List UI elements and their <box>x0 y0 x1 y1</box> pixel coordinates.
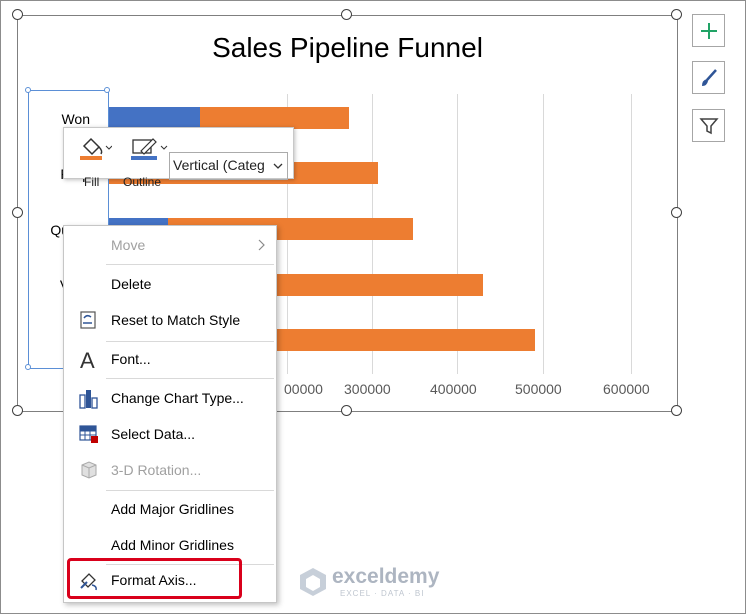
watermark-name: exceldemy <box>332 565 440 588</box>
resize-handle[interactable] <box>341 405 352 416</box>
format-axis-highlight <box>67 558 242 599</box>
chart-elements-button[interactable] <box>692 14 725 47</box>
exceldemy-logo-icon <box>300 568 326 596</box>
x-tick-label: 00000 <box>284 381 323 397</box>
x-tick-label: 500000 <box>515 381 562 397</box>
menu-item-reset-to-match-style[interactable]: Reset to Match Style <box>64 303 276 337</box>
menu-item-select-data[interactable]: Select Data... <box>64 417 276 451</box>
chart-title[interactable]: Sales Pipeline Funnel <box>18 32 677 64</box>
menu-item-delete[interactable]: Delete <box>64 267 276 301</box>
svg-text:A: A <box>80 348 95 370</box>
menu-item-add-minor-gridlines[interactable]: Add Minor Gridlines <box>64 528 276 562</box>
outline-button[interactable] <box>129 136 169 160</box>
x-tick-label: 400000 <box>430 381 477 397</box>
x-tick-label: 600000 <box>603 381 650 397</box>
menu-item-label: Move <box>111 237 146 253</box>
menu-item-label: Reset to Match Style <box>111 312 241 328</box>
watermark-tagline: EXCEL · DATA · BI <box>340 589 425 598</box>
menu-item-change-chart-type[interactable]: Change Chart Type... <box>64 381 276 415</box>
exceldemy-watermark: exceldemy EXCEL · DATA · BI <box>298 565 448 605</box>
menu-item-label: Font... <box>111 351 151 367</box>
mini-toolbar: Fill Outline Vertical (Categ <box>63 127 294 189</box>
chart-element-selector-value: Vertical (Categ <box>173 157 265 173</box>
reset-style-icon <box>80 311 96 329</box>
resize-handle[interactable] <box>671 405 682 416</box>
menu-item-font[interactable]: A Font... <box>64 342 276 376</box>
axis-handle[interactable] <box>25 364 31 370</box>
menu-item-move[interactable]: Move <box>64 228 276 262</box>
filter-icon <box>698 117 719 134</box>
gridline <box>631 94 632 374</box>
plus-icon <box>700 22 717 39</box>
cube-icon <box>81 461 97 479</box>
gridline <box>543 94 544 374</box>
context-menu: Move Delete Reset to Match Style A Font.… <box>63 225 277 603</box>
chart-filters-button[interactable] <box>692 109 725 142</box>
chart-styles-button[interactable] <box>692 61 725 94</box>
axis-handle[interactable] <box>25 87 31 93</box>
menu-item-label: Add Major Gridlines <box>111 501 234 517</box>
menu-item-3d-rotation[interactable]: 3-D Rotation... <box>64 453 276 487</box>
font-icon: A <box>80 348 95 370</box>
resize-handle[interactable] <box>671 207 682 218</box>
pen-outline-icon <box>131 138 168 160</box>
menu-item-add-major-gridlines[interactable]: Add Major Gridlines <box>64 492 276 526</box>
chart-type-icon <box>79 390 98 409</box>
menu-separator <box>106 490 274 491</box>
menu-separator <box>106 378 274 379</box>
chart-element-selector[interactable]: Vertical (Categ <box>169 152 288 180</box>
menu-item-label: 3-D Rotation... <box>111 462 202 478</box>
chevron-right-icon <box>258 239 265 251</box>
menu-item-label: Delete <box>111 276 152 292</box>
paint-bucket-icon <box>80 137 113 160</box>
axis-handle[interactable] <box>104 87 110 93</box>
menu-item-label: Add Minor Gridlines <box>111 537 234 553</box>
menu-separator <box>106 264 274 265</box>
resize-handle[interactable] <box>12 207 23 218</box>
outline-label: Outline <box>123 175 162 189</box>
bar-segment-orange[interactable] <box>200 107 350 129</box>
x-tick-label: 300000 <box>344 381 391 397</box>
resize-handle[interactable] <box>341 9 352 20</box>
resize-handle[interactable] <box>671 9 682 20</box>
select-data-icon <box>79 425 98 443</box>
bar-segment-blue[interactable] <box>108 107 201 129</box>
brush-icon <box>701 68 717 86</box>
resize-handle[interactable] <box>12 9 23 20</box>
menu-item-label: Select Data... <box>111 426 196 442</box>
fill-button[interactable] <box>78 136 118 160</box>
menu-item-label: Change Chart Type... <box>111 390 244 406</box>
resize-handle[interactable] <box>12 405 23 416</box>
chevron-down-icon <box>273 163 283 169</box>
fill-label: Fill <box>84 175 100 189</box>
